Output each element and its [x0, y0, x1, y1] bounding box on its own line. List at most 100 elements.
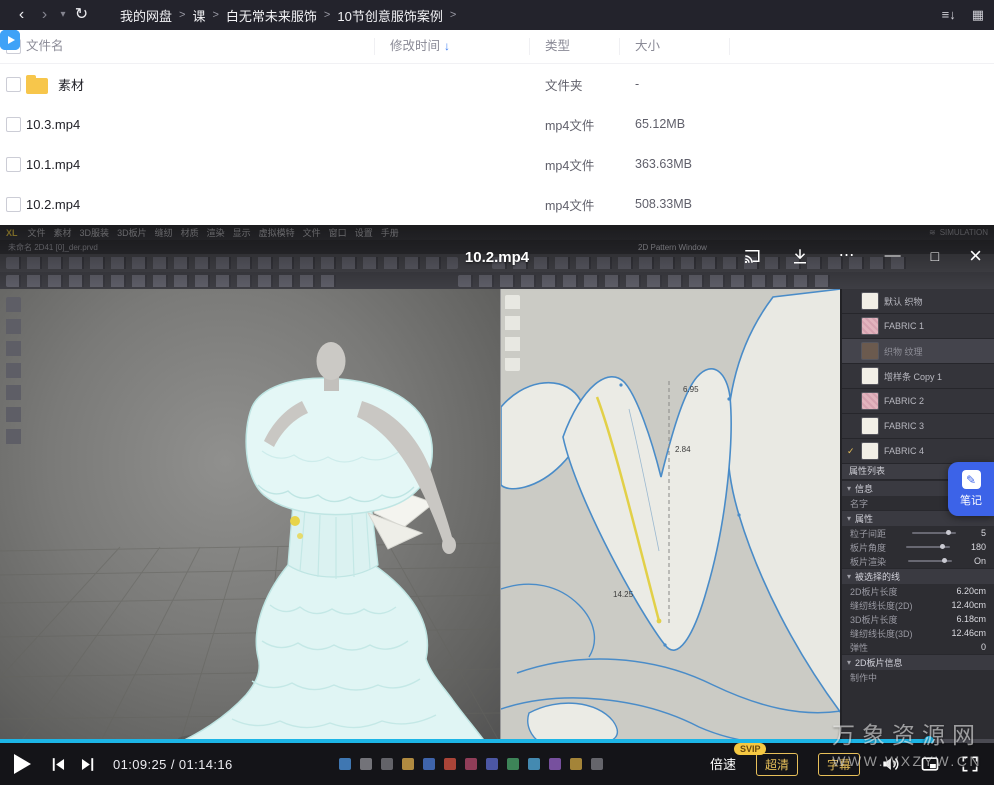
svip-badge[interactable]: SVIP — [734, 743, 767, 755]
panel-section-2d-info[interactable]: ▾2D板片信息 — [842, 654, 994, 670]
row-checkbox[interactable] — [6, 77, 21, 92]
breadcrumb-item-root[interactable]: 我的网盘 — [113, 6, 179, 25]
history-caret-icon[interactable]: ▾ — [56, 0, 70, 30]
fabric-item-selected[interactable]: ✓FABRIC 4 — [842, 439, 994, 464]
panel-row: 2D板片长度6.20cm — [842, 584, 994, 598]
file-type: mp4文件 — [530, 115, 620, 134]
fullscreen-icon[interactable] — [960, 754, 980, 774]
view-toggle-icon[interactable]: ▦ — [972, 7, 984, 23]
fabric-item[interactable]: FABRIC 3 — [842, 414, 994, 439]
panel-row: 3D板片长度6.18cm — [842, 612, 994, 626]
fabric-item[interactable]: 增样条 Copy 1 — [842, 364, 994, 389]
panel-row: 弹性0 — [842, 640, 994, 654]
play-button[interactable] — [14, 754, 31, 774]
file-row[interactable]: 10.2.mp4 mp4文件 508.33MB — [0, 184, 994, 224]
svg-text:14.25: 14.25 — [613, 590, 634, 599]
file-name[interactable]: 10.3.mp4 — [26, 117, 80, 132]
fabric-item[interactable]: FABRIC 1 — [842, 314, 994, 339]
properties-panel: 默认 织物 FABRIC 1 织物 纹理 增样条 Copy 1 FABRIC 2… — [840, 289, 994, 743]
viewport-3d-tools — [6, 297, 21, 449]
video-frame[interactable]: XL 文件素材3D服装3D板片缝纫材质渲染显示虚拟模特文件窗口设置手册 ≋SIM… — [0, 225, 994, 743]
panel-section-selected-line[interactable]: ▾被选择的线 — [842, 568, 994, 584]
file-size: 508.33MB — [620, 197, 730, 211]
pattern-2d-view: 6.95 2.84 14.25 — [501, 289, 840, 743]
pip-icon[interactable] — [920, 754, 940, 774]
refresh-icon[interactable]: ↻ — [70, 0, 93, 30]
fabric-item[interactable]: FABRIC 2 — [842, 389, 994, 414]
forward-icon[interactable]: › — [33, 0, 56, 30]
breadcrumb: 我的网盘 > 课 > 白无常未来服饰 > 10节创意服饰案例 > — [113, 6, 456, 25]
breadcrumb-separator: > — [450, 9, 456, 21]
sort-icon[interactable]: ≡↓ — [942, 7, 956, 23]
panel-row: 缝纫线长度(3D)12.46cm — [842, 626, 994, 640]
previous-episode-button[interactable] — [49, 755, 68, 774]
video-player: XL 文件素材3D服装3D板片缝纫材质渲染显示虚拟模特文件窗口设置手册 ≋SIM… — [0, 225, 994, 785]
row-checkbox[interactable] — [6, 197, 21, 212]
video-app-logo: XL — [6, 228, 18, 238]
column-modified[interactable]: 修改时间↓ — [375, 38, 530, 55]
file-list: 文件名 修改时间↓ 类型 大小 素材 文件夹 - 10.3.mp4 mp4文件 … — [0, 30, 994, 225]
close-button[interactable]: × — [969, 243, 982, 269]
note-icon: ✎ — [962, 470, 981, 489]
column-type[interactable]: 类型 — [530, 38, 620, 55]
check-icon: ✓ — [847, 446, 856, 457]
file-list-header: 文件名 修改时间↓ 类型 大小 — [0, 30, 994, 64]
speed-button[interactable]: 倍速 — [710, 757, 736, 772]
panel-row: 缝纫线长度(2D)12.40cm — [842, 598, 994, 612]
panel-row-slider[interactable]: 板片角度180 — [842, 540, 994, 554]
video-taskbar-icons — [339, 758, 351, 770]
top-navbar: ‹ › ▾ ↻ 我的网盘 > 课 > 白无常未来服饰 > 10节创意服饰案例 >… — [0, 0, 994, 30]
panel-row: 制作中 — [842, 670, 994, 684]
simulation-icon: ≋ — [929, 228, 936, 237]
column-size[interactable]: 大小 — [620, 38, 730, 55]
toolbar-3d-icons-2 — [6, 275, 342, 287]
netdisk-window: ‹ › ▾ ↻ 我的网盘 > 课 > 白无常未来服饰 > 10节创意服饰案例 >… — [0, 0, 994, 785]
player-controls: 01:09:25 / 01:14:16 倍速 SVIP 超清 字幕 — [0, 743, 994, 785]
quality-button[interactable]: 超清 — [756, 753, 798, 776]
notes-button[interactable]: ✎ 笔记 — [948, 462, 994, 516]
file-type: 文件夹 — [530, 75, 620, 94]
video-file-icon — [0, 30, 20, 50]
mannequin-3d-view — [0, 289, 500, 743]
file-type: mp4文件 — [530, 155, 620, 174]
folder-icon — [26, 78, 48, 94]
simulation-label: SIMULATION — [940, 228, 988, 237]
maximize-button[interactable]: □ — [931, 243, 939, 269]
file-type: mp4文件 — [530, 195, 620, 214]
collapse-icon: ▾ — [847, 514, 851, 523]
more-options-icon[interactable]: ⋯ — [839, 243, 855, 269]
back-icon[interactable]: ‹ — [10, 0, 33, 30]
breadcrumb-item[interactable]: 课 — [185, 6, 212, 25]
collapse-icon: ▾ — [847, 658, 851, 667]
breadcrumb-item-current[interactable]: 10节创意服饰案例 — [330, 6, 449, 25]
download-icon[interactable] — [791, 247, 809, 265]
cast-icon[interactable] — [743, 247, 761, 265]
pattern-2d-tools — [505, 295, 520, 371]
file-row[interactable]: 10.3.mp4 mp4文件 65.12MB — [0, 104, 994, 144]
file-row-folder[interactable]: 素材 文件夹 - — [0, 64, 994, 104]
toolbar-2d-icons-2 — [458, 275, 836, 287]
breadcrumb-item[interactable]: 白无常未来服饰 — [219, 6, 324, 25]
panel-row-slider[interactable]: 粒子间距5 — [842, 526, 994, 540]
svg-text:2.84: 2.84 — [675, 445, 691, 454]
minimize-button[interactable]: — — [885, 243, 901, 269]
file-size: 363.63MB — [620, 157, 730, 171]
fabric-item[interactable]: 默认 织物 — [842, 289, 994, 314]
subtitle-button[interactable]: 字幕 — [818, 753, 860, 776]
panel-row-toggle[interactable]: 板片渲染On — [842, 554, 994, 568]
file-name[interactable]: 素材 — [58, 75, 84, 94]
video-app-toolbar-2 — [0, 272, 994, 290]
column-name[interactable]: 文件名 — [26, 38, 375, 55]
row-checkbox[interactable] — [6, 117, 21, 132]
file-row[interactable]: 10.1.mp4 mp4文件 363.63MB — [0, 144, 994, 184]
row-checkbox[interactable] — [6, 157, 21, 172]
svg-text:6.95: 6.95 — [683, 385, 699, 394]
file-name[interactable]: 10.1.mp4 — [26, 157, 80, 172]
volume-icon[interactable] — [880, 754, 900, 774]
viewport-3d — [0, 289, 500, 743]
fabric-item[interactable]: 织物 纹理 — [842, 339, 994, 364]
file-name[interactable]: 10.2.mp4 — [26, 197, 80, 212]
collapse-icon: ▾ — [847, 572, 851, 581]
file-size: - — [620, 77, 730, 91]
next-episode-button[interactable] — [78, 755, 97, 774]
